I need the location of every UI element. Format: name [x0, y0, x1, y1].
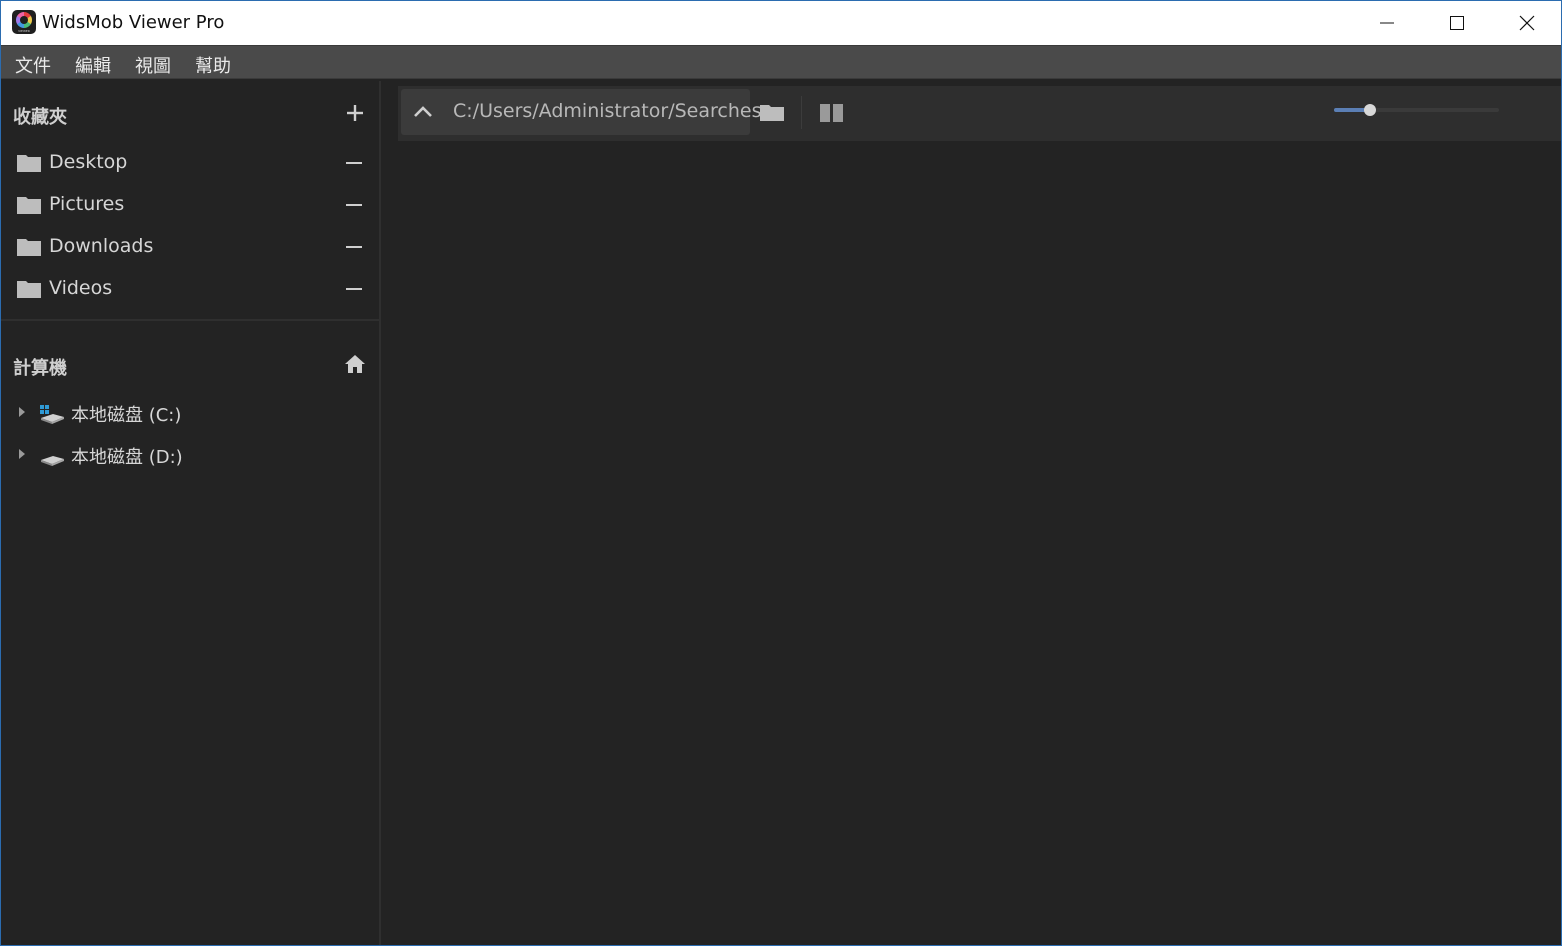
sidebar-divider: [1, 319, 379, 321]
thumbnail-size-slider[interactable]: [1334, 104, 1499, 116]
menu-help[interactable]: 幫助: [195, 52, 231, 78]
title-bar: VIEWER WidsMob Viewer Pro: [1, 1, 1561, 45]
drive-item-d[interactable]: 本地磁盘 (D:): [1, 435, 379, 475]
plus-icon: [347, 105, 363, 121]
favorite-item-pictures[interactable]: Pictures: [1, 185, 379, 225]
window-title: WidsMob Viewer Pro: [42, 12, 225, 33]
app-window: VIEWER WidsMob Viewer Pro 文件 編輯 視圖 幫助 收藏…: [0, 0, 1562, 946]
menu-file[interactable]: 文件: [15, 52, 51, 78]
folder-icon: [17, 239, 41, 256]
drive-icon: [41, 456, 64, 466]
home-button[interactable]: [343, 352, 367, 376]
favorite-label: Downloads: [49, 235, 154, 257]
favorite-label: Desktop: [49, 151, 128, 173]
main-area: C:/Users/Administrator/Searches: [383, 81, 1561, 945]
maximize-button[interactable]: [1422, 1, 1492, 45]
folder-icon: [17, 155, 41, 172]
remove-favorite-button[interactable]: [346, 162, 362, 164]
favorite-label: Videos: [49, 277, 113, 299]
open-folder-icon[interactable]: [758, 100, 786, 124]
remove-favorite-button[interactable]: [346, 288, 362, 290]
favorite-item-downloads[interactable]: Downloads: [1, 227, 379, 267]
favorite-item-desktop[interactable]: Desktop: [1, 143, 379, 183]
toolbar: C:/Users/Administrator/Searches: [398, 86, 1561, 141]
system-drive-icon: [40, 405, 64, 424]
add-favorite-button[interactable]: [343, 101, 367, 125]
maximize-icon: [1450, 16, 1464, 30]
favorite-item-videos[interactable]: Videos: [1, 269, 379, 309]
path-bar[interactable]: C:/Users/Administrator/Searches: [401, 89, 761, 135]
expand-arrow-icon[interactable]: [19, 407, 25, 417]
slider-thumb[interactable]: [1364, 104, 1377, 116]
drive-label: 本地磁盘 (C:): [71, 405, 182, 426]
favorites-title: 收藏夾: [13, 107, 67, 128]
menu-view[interactable]: 視圖: [135, 52, 171, 78]
remove-favorite-button[interactable]: [346, 246, 362, 248]
home-icon: [345, 355, 365, 373]
remove-favorite-button[interactable]: [346, 204, 362, 206]
expand-arrow-icon[interactable]: [19, 449, 25, 459]
thumbnail-area: [383, 143, 1561, 945]
current-path: C:/Users/Administrator/Searches: [453, 100, 762, 122]
chevron-up-icon[interactable]: [411, 102, 435, 122]
favorite-label: Pictures: [49, 193, 125, 215]
sidebar: 收藏夾 Desktop Pictures Downloads Videos 計算…: [1, 81, 381, 945]
toolbar-separator: [801, 96, 802, 129]
folder-icon: [17, 281, 41, 298]
layout-toggle-icon[interactable]: [818, 102, 846, 124]
menu-edit[interactable]: 編輯: [75, 52, 111, 78]
app-logo-icon: VIEWER: [12, 10, 36, 34]
folder-icon: [17, 197, 41, 214]
minimize-icon: [1380, 22, 1394, 24]
minimize-button[interactable]: [1352, 1, 1422, 45]
drive-label: 本地磁盘 (D:): [71, 447, 183, 468]
close-icon: [1519, 15, 1535, 31]
drive-item-c[interactable]: 本地磁盘 (C:): [1, 393, 379, 433]
menu-bar: 文件 編輯 視圖 幫助: [1, 45, 1561, 79]
computer-title: 計算機: [13, 358, 67, 379]
close-button[interactable]: [1492, 1, 1561, 45]
